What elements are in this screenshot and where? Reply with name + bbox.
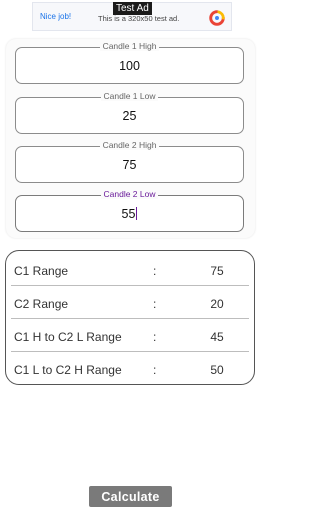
ad-banner[interactable]: Test Ad Nice job! This is a 320x50 test …	[32, 2, 232, 31]
candle-2-low-input[interactable]: 55	[122, 207, 136, 221]
ad-headline: Nice job!	[40, 12, 72, 21]
candle-2-high-field[interactable]: Candle 2 High 75	[15, 140, 244, 183]
result-label: C1 H to C2 L Range	[14, 330, 122, 344]
results-card: C1 Range : 75 C2 Range : 20 C1 H to C2 L…	[5, 250, 255, 385]
result-separator: :	[153, 363, 157, 377]
result-label: C1 L to C2 H Range	[14, 363, 122, 377]
result-label: C2 Range	[14, 297, 69, 311]
candle-inputs-card: Candle 1 High 100 Candle 1 Low 25 Candle…	[6, 39, 255, 238]
result-label: C1 Range	[14, 264, 69, 278]
result-separator: :	[153, 297, 157, 311]
ad-body-text: This is a 320x50 test ad.	[98, 14, 180, 23]
result-value: 20	[210, 297, 224, 311]
result-separator: :	[153, 330, 157, 344]
candle-1-high-input[interactable]: 100	[16, 59, 243, 73]
candle-1-low-input[interactable]: 25	[16, 109, 243, 123]
candle-2-low-field[interactable]: Candle 2 Low 55	[15, 189, 244, 232]
calculate-button[interactable]: Calculate	[89, 486, 172, 507]
candle-2-high-input[interactable]: 75	[16, 158, 243, 172]
result-row-c2-range: C2 Range : 20	[11, 286, 249, 319]
admob-logo-icon	[209, 10, 225, 26]
candle-1-high-label: Candle 1 High	[99, 41, 160, 51]
result-row-c1l-to-c2h: C1 L to C2 H Range : 50	[11, 352, 249, 384]
candle-2-low-label: Candle 2 Low	[100, 189, 159, 199]
candle-1-low-label: Candle 1 Low	[100, 91, 159, 101]
result-row-c1h-to-c2l: C1 H to C2 L Range : 45	[11, 319, 249, 352]
result-value: 45	[210, 330, 224, 344]
candle-1-high-field[interactable]: Candle 1 High 100	[15, 41, 244, 84]
result-row-c1-range: C1 Range : 75	[11, 253, 249, 286]
text-caret	[136, 207, 138, 220]
candle-2-low-input-wrap[interactable]: 55	[16, 207, 243, 221]
result-value: 75	[210, 264, 224, 278]
candle-1-low-field[interactable]: Candle 1 Low 25	[15, 91, 244, 134]
candle-2-high-label: Candle 2 High	[99, 140, 160, 150]
result-separator: :	[153, 264, 157, 278]
result-value: 50	[210, 363, 224, 377]
